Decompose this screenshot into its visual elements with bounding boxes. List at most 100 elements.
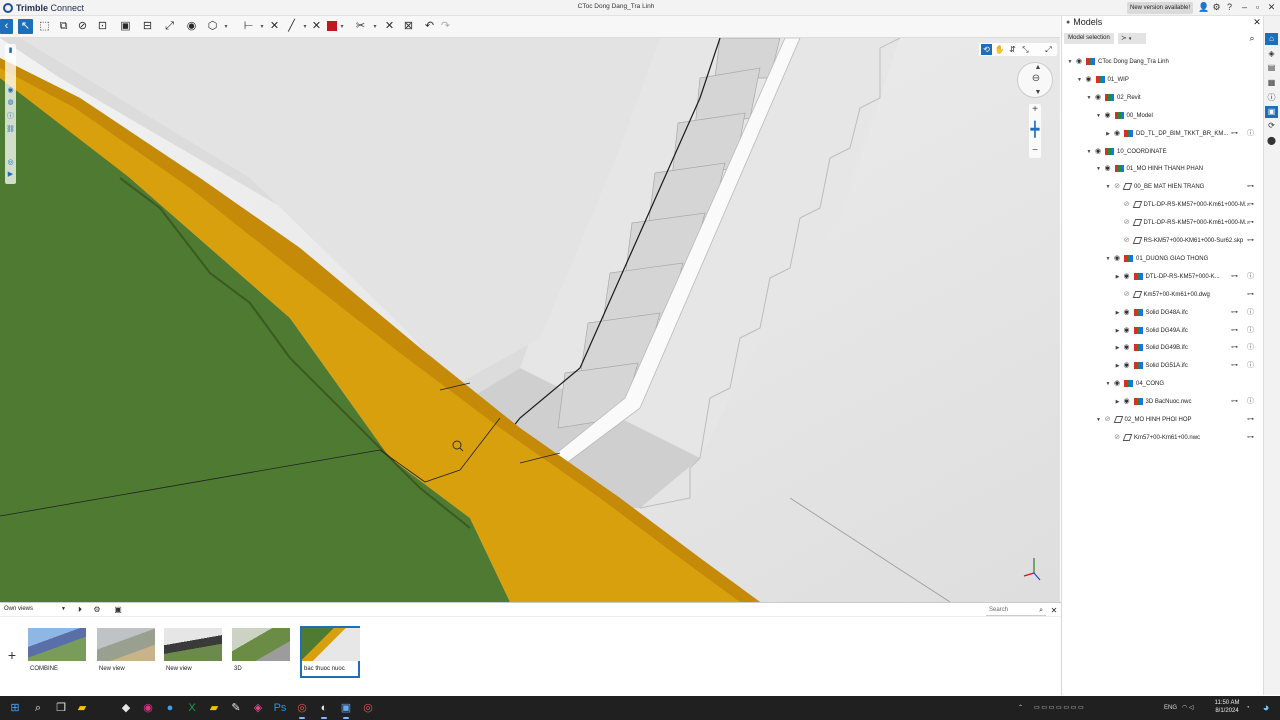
capture-camera-icon[interactable]: ▣: [113, 605, 123, 615]
markup-dropdown-caret-icon[interactable]: ▾: [302, 23, 308, 31]
visibility-eye-icon[interactable]: ◉: [1122, 271, 1132, 283]
section-box-icon[interactable]: ▣: [118, 19, 133, 34]
isolate-icon[interactable]: ⊡: [95, 19, 110, 34]
app-icon-5[interactable]: ◐: [316, 700, 332, 719]
tray-icons[interactable]: ▭ ▭ ▭ ▭ ▭ ▭ ▭: [1034, 703, 1084, 713]
trimble-connect-taskbar-icon[interactable]: ▣: [338, 700, 354, 719]
layers-rail-icon[interactable]: ◈: [1265, 48, 1278, 60]
collapse-arrow-icon[interactable]: ▼: [1104, 181, 1112, 193]
link-icon[interactable]: ⊶: [1247, 433, 1254, 443]
side-link-icon[interactable]: ⛓: [5, 125, 16, 135]
color-dropdown-caret-icon[interactable]: ▾: [339, 23, 345, 31]
tree-row[interactable]: ⊘ Km57+00-Km61+00.nwc: [1104, 432, 1200, 444]
zoom-slider-handle[interactable]: ┿: [1029, 122, 1041, 136]
edge-browser-icon[interactable]: ●: [162, 700, 178, 716]
tree-row[interactable]: ▶ ◉ 3D BacNuoc.nwc: [1114, 396, 1192, 408]
expand-arrow-icon[interactable]: ▶: [1114, 396, 1122, 408]
collapse-arrow-icon[interactable]: ▼: [1104, 378, 1112, 390]
task-view-icon[interactable]: ❐: [53, 700, 69, 716]
orbit-up-arrow-icon[interactable]: ▲: [1032, 63, 1044, 73]
settings-gear-icon[interactable]: ⚙: [1211, 2, 1222, 13]
tree-row[interactable]: ▶ ◉ Solid DG49B.ifc: [1114, 342, 1188, 354]
close-window-icon[interactable]: ✕: [1266, 2, 1277, 13]
zoom-in-icon[interactable]: +: [1029, 105, 1041, 115]
language-indicator[interactable]: ENG: [1164, 703, 1177, 713]
link-icon[interactable]: ⊶: [1247, 218, 1254, 228]
measure-icon[interactable]: ⊢: [241, 19, 256, 34]
collapse-arrow-icon[interactable]: ▼: [1095, 110, 1103, 122]
collapse-arrow-icon[interactable]: ▼: [1076, 74, 1084, 86]
view-thumbnail[interactable]: New view: [97, 628, 157, 678]
orbit-down-arrow-icon[interactable]: ▼: [1032, 88, 1044, 98]
markup-color-swatch[interactable]: [327, 21, 337, 31]
copilot-icon[interactable]: ◕: [1258, 700, 1274, 716]
visibility-eye-icon[interactable]: ◉: [1103, 163, 1113, 175]
walk-icon[interactable]: ⇵: [1007, 44, 1018, 55]
link-icon[interactable]: ⊶: [1231, 129, 1238, 139]
connect-select-icon[interactable]: ⧉: [56, 19, 71, 34]
clash-rail-icon[interactable]: ▣: [1265, 106, 1278, 118]
excel-icon[interactable]: X: [184, 700, 200, 716]
link-icon[interactable]: ⊶: [1231, 308, 1238, 318]
clear-measure-icon[interactable]: ✕: [267, 19, 282, 34]
collapse-arrow-icon[interactable]: ▼: [1066, 56, 1074, 68]
hide-object-icon[interactable]: ⊘: [75, 19, 90, 34]
tree-row[interactable]: ▶ ◉ Solid DG48A.ifc: [1114, 307, 1188, 319]
wifi-volume-icons[interactable]: ◠ ◁: [1182, 703, 1194, 713]
maximize-icon[interactable]: ▫: [1252, 2, 1263, 13]
collapse-arrow-icon[interactable]: ▼: [1104, 253, 1112, 265]
visibility-eye-icon[interactable]: ◉: [1122, 342, 1132, 354]
visibility-eye-icon[interactable]: ◉: [1103, 110, 1113, 122]
visibility-eye-icon[interactable]: ◉: [1122, 396, 1132, 408]
chrome-icon[interactable]: ◎: [294, 700, 310, 719]
app-icon-1[interactable]: ◆: [118, 700, 134, 716]
visibility-eye-icon[interactable]: ◉: [1093, 146, 1103, 158]
models-panel-close-icon[interactable]: ✕: [1252, 17, 1262, 27]
measure-dropdown-caret-icon[interactable]: ▾: [259, 23, 265, 31]
object-properties-icon[interactable]: ◉: [184, 19, 199, 34]
zoom-out-icon[interactable]: −: [1029, 146, 1041, 156]
views-rail-icon[interactable]: ▦: [1265, 77, 1278, 89]
visibility-eye-icon[interactable]: ◉: [1084, 74, 1094, 86]
3d-viewport[interactable]: [0, 38, 1060, 602]
collapse-arrow-icon[interactable]: ▼: [1085, 92, 1093, 104]
fit-view-icon[interactable]: ⤢: [162, 19, 177, 34]
tree-row[interactable]: ▶ ◉ DD_TL_DP_BIM_TKKT_BR_KM...: [1104, 128, 1228, 140]
tree-row[interactable]: ▼ ⊘ 00_BE MAT HIEN TRANG: [1104, 181, 1204, 193]
view-thumbnail[interactable]: 3D: [232, 628, 292, 678]
tree-row[interactable]: ▼ ◉ 01_WIP: [1076, 74, 1129, 86]
views-search-input[interactable]: Search ⌕: [986, 605, 1046, 616]
view-thumbnail[interactable]: COMBINE: [28, 628, 88, 678]
tree-row[interactable]: ▼ ◉ 01_DUONG GIAO THONG: [1104, 253, 1208, 265]
tree-row[interactable]: ▼ ◉ 01_MO HINH THANH PHAN: [1095, 163, 1203, 175]
info-icon[interactable]: ⓘ: [1247, 361, 1254, 371]
link-icon[interactable]: ⊶: [1231, 397, 1238, 407]
own-views-dropdown[interactable]: Own views ▼: [4, 606, 66, 612]
visibility-eye-icon[interactable]: ◉: [1074, 56, 1084, 68]
system-clock[interactable]: 11:50 AM 8/1/2024: [1212, 699, 1242, 715]
undo-icon[interactable]: ↶: [422, 19, 437, 34]
expand-arrow-icon[interactable]: ▶: [1114, 342, 1122, 354]
photoshop-icon[interactable]: Ps: [272, 700, 288, 716]
link-icon[interactable]: ⊶: [1247, 182, 1254, 192]
visibility-eye-icon[interactable]: ◉: [1122, 360, 1132, 372]
link-icon[interactable]: ⊶: [1231, 361, 1238, 371]
visibility-off-icon[interactable]: ⊘: [1122, 217, 1132, 229]
info-icon[interactable]: ⓘ: [1247, 343, 1254, 353]
add-view-plus-icon[interactable]: +: [6, 648, 18, 662]
view-thumbnail[interactable]: bac thuoc nuoc: [300, 626, 360, 678]
expand-arrow-icon[interactable]: ▶: [1114, 307, 1122, 319]
orbit-center-icon[interactable]: ⊖: [1030, 74, 1042, 84]
visibility-eye-icon[interactable]: ◉: [1112, 378, 1122, 390]
tree-row[interactable]: ⊘ DTL-DP-RS-KM57+000-Km61+000-M...: [1114, 217, 1250, 229]
collapse-arrow-icon[interactable]: ▼: [1095, 414, 1103, 426]
pan-hand-icon[interactable]: ✋: [994, 44, 1005, 55]
view-thumbnail[interactable]: New view: [164, 628, 224, 678]
visibility-eye-icon[interactable]: ◉: [1112, 128, 1122, 140]
views-close-icon[interactable]: ✕: [1049, 606, 1059, 616]
app-icon-4[interactable]: ◈: [250, 700, 266, 716]
link-icon[interactable]: ⊶: [1247, 290, 1254, 300]
tree-row[interactable]: ▶ ◉ Solid DG51A.ifc: [1114, 360, 1188, 372]
clash-icon[interactable]: ⊠: [401, 19, 416, 34]
expand-arrow-icon[interactable]: ▶: [1114, 325, 1122, 337]
